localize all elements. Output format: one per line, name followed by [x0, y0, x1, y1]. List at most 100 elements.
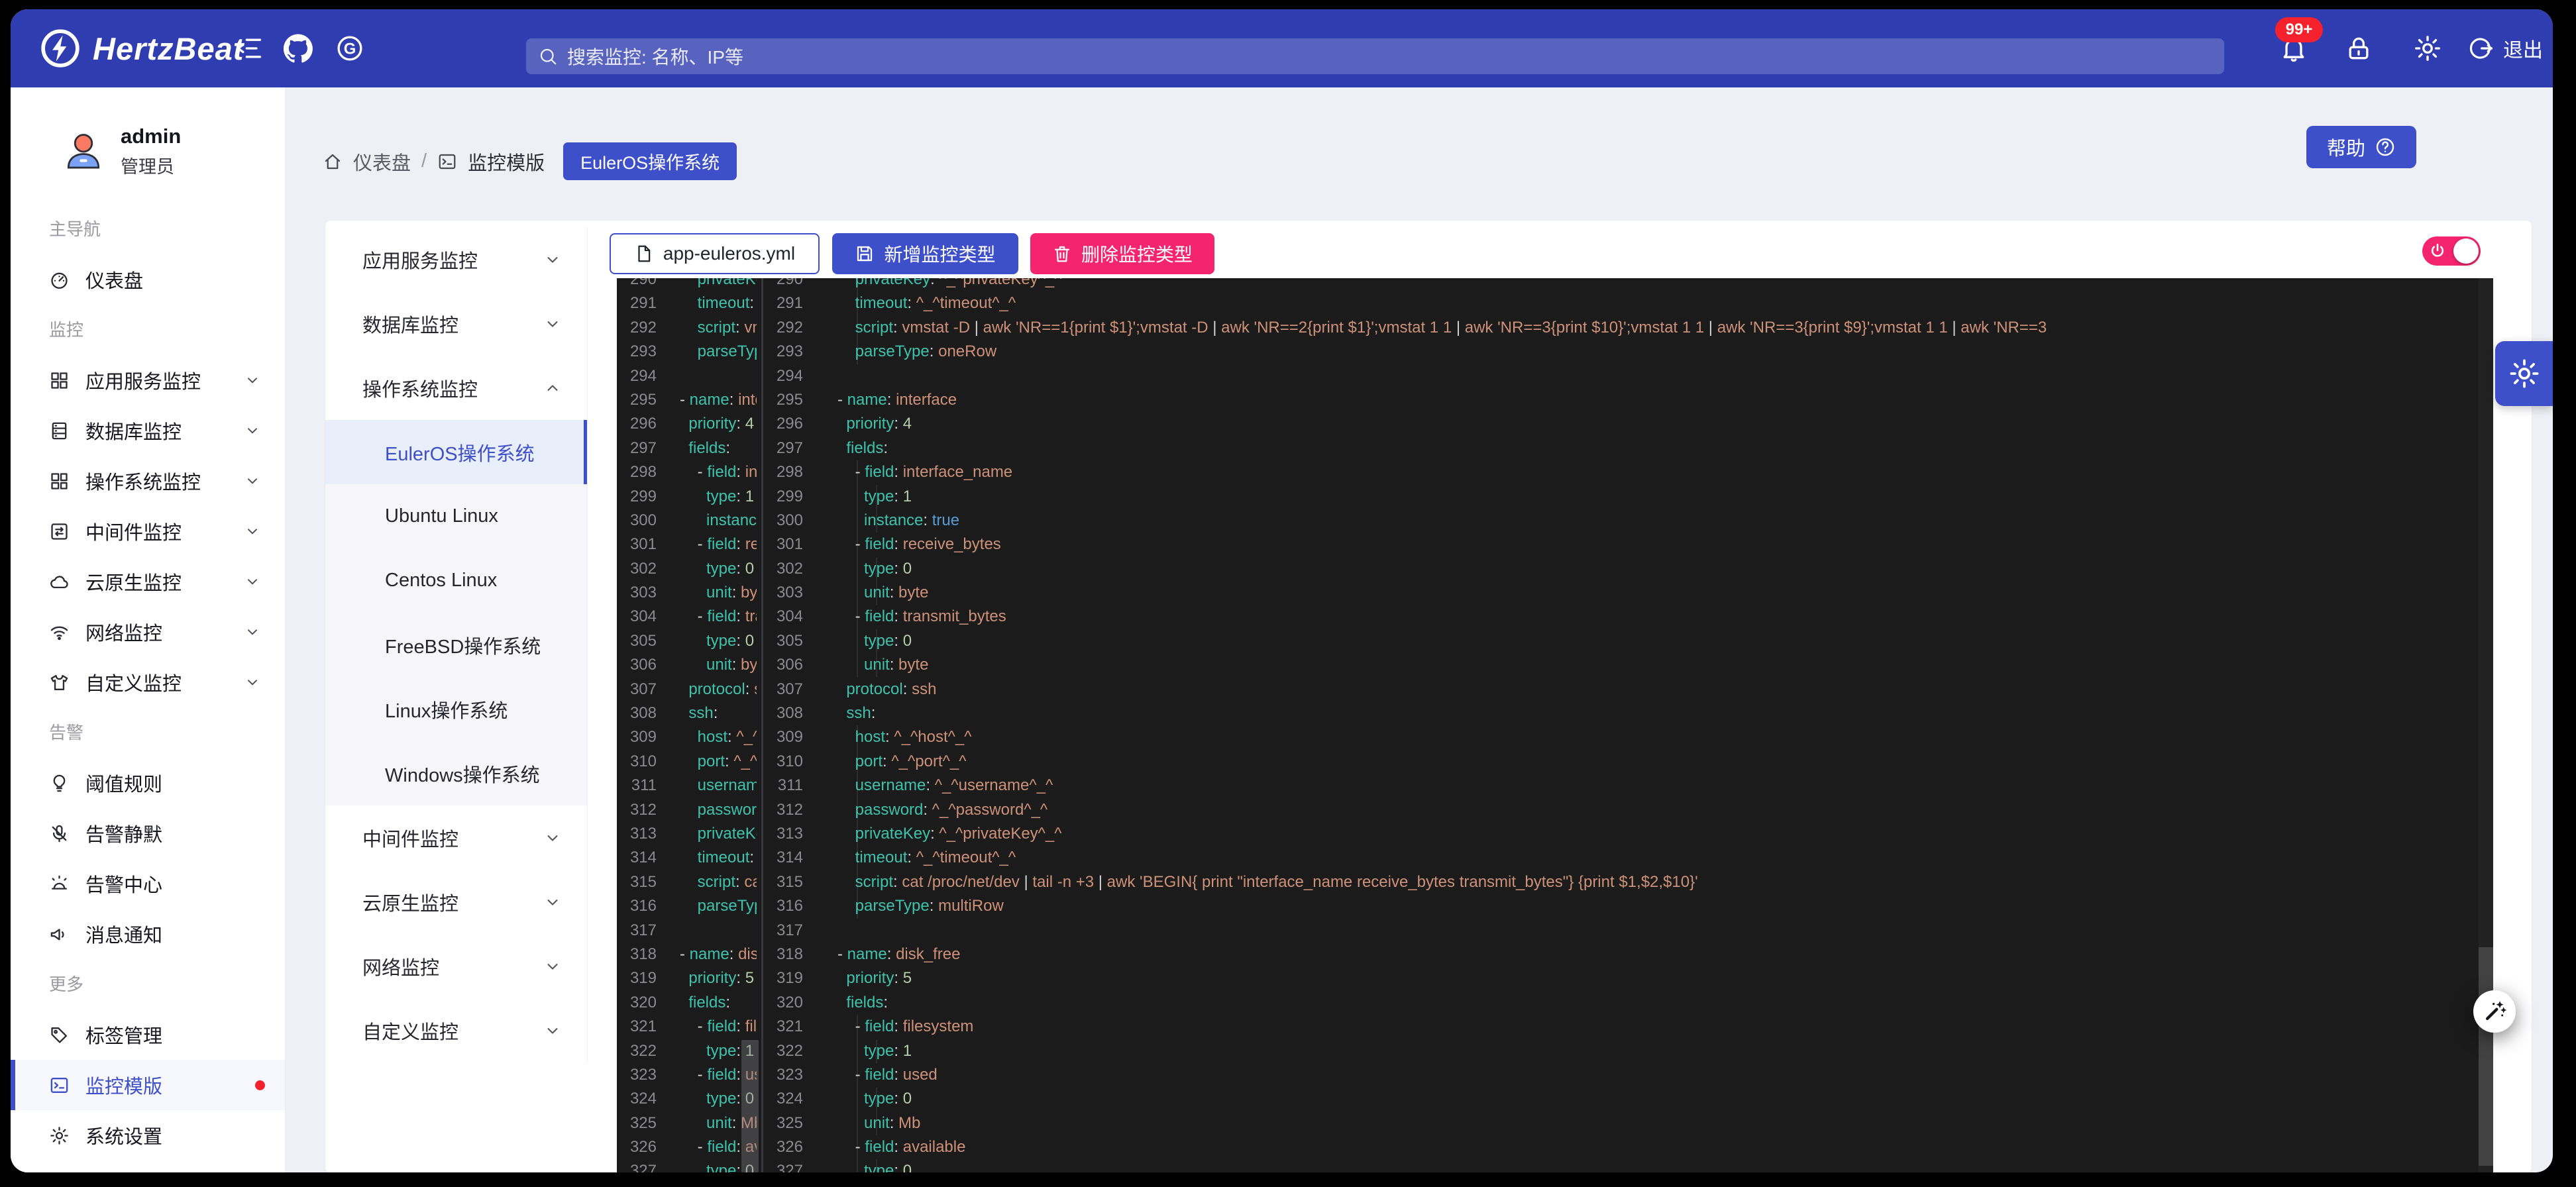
code-line[interactable]: 304 - field: transmit_bytes — [763, 605, 2493, 629]
settings-drawer-handle[interactable] — [2495, 341, 2553, 406]
code-line[interactable]: 301 - field: receive_bytes — [617, 533, 761, 556]
code-line[interactable]: 317 — [763, 919, 2493, 943]
sidebar-item-wifi[interactable]: 网络监控 — [11, 607, 285, 657]
code-line[interactable]: 292 script: vmstat -D | awk 'NR==1{print… — [617, 316, 761, 340]
brand[interactable]: HertzBeat — [40, 9, 244, 87]
logout-button[interactable]: 退出 — [2466, 34, 2543, 63]
category-item[interactable]: 数据库监控 — [325, 291, 587, 356]
code-line[interactable]: 300 instance: true — [763, 509, 2493, 533]
breadcrumb-item[interactable]: 仪表盘 — [353, 148, 411, 176]
code-line[interactable]: 300 instance: true — [617, 509, 761, 533]
editor-scrollbar-thumb[interactable] — [2479, 947, 2493, 1166]
code-line[interactable]: 304 - field: transmit_bytes — [617, 605, 761, 629]
sidebar-item-tag[interactable]: 标签管理 — [11, 1009, 285, 1060]
code-line[interactable]: 325 unit: Mb — [617, 1111, 761, 1135]
code-line[interactable]: 324 type: 0 — [763, 1087, 2493, 1111]
code-line[interactable]: 309 host: ^_^host^_^ — [763, 725, 2493, 749]
code-line[interactable]: 306 unit: byte — [617, 653, 761, 677]
sidebar-item-middleware[interactable]: 中间件监控 — [11, 506, 285, 556]
code-line[interactable]: 319 priority: 5 — [763, 966, 2493, 990]
lock-icon[interactable] — [2344, 34, 2373, 63]
code-line[interactable]: 326 - field: available — [617, 1135, 761, 1159]
power-toggle[interactable] — [2422, 236, 2481, 266]
code-line[interactable]: 290 privateKey: ^_^privateKey^_^ — [763, 278, 2493, 291]
code-line[interactable]: 324 type: 0 — [617, 1087, 761, 1111]
editor-scrollbar-track[interactable] — [2479, 278, 2493, 1172]
diff-original-pane[interactable]: 290 privateKey: ^_^privateKey^_^291 time… — [617, 278, 761, 1172]
category-subitem[interactable]: Linux操作系统 — [325, 677, 587, 741]
code-line[interactable]: 301 - field: receive_bytes — [763, 533, 2493, 556]
sidebar-item-template[interactable]: 监控模版 — [11, 1060, 285, 1110]
code-line[interactable]: 292 script: vmstat -D | awk 'NR==1{print… — [763, 316, 2493, 340]
sidebar-item-gear[interactable]: 系统设置 — [11, 1110, 285, 1161]
category-item[interactable]: 网络监控 — [325, 934, 587, 998]
code-line[interactable]: 313 privateKey: ^_^privateKey^_^ — [617, 822, 761, 846]
code-line[interactable]: 317 — [617, 919, 761, 943]
code-line[interactable]: 291 timeout: ^_^timeout^_^ — [763, 291, 2493, 315]
code-line[interactable]: 297 fields: — [617, 437, 761, 460]
settings-gear-icon[interactable] — [2413, 34, 2442, 63]
code-line[interactable]: 298 - field: interface_name — [617, 460, 761, 484]
sidebar-item-appstore[interactable]: 应用服务监控 — [11, 355, 285, 405]
code-line[interactable]: 303 unit: byte — [617, 581, 761, 605]
sidebar-item-os[interactable]: 操作系统监控 — [11, 456, 285, 506]
code-line[interactable]: 308 ssh: — [617, 701, 761, 725]
category-item[interactable]: 云原生监控 — [325, 870, 587, 934]
category-subitem[interactable]: EulerOS操作系统 — [325, 420, 587, 484]
code-line[interactable]: 326 - field: available — [763, 1135, 2493, 1159]
sidebar-item-mute[interactable]: 告警静默 — [11, 808, 285, 858]
code-line[interactable]: 294 — [617, 364, 761, 388]
category-subitem[interactable]: FreeBSD操作系统 — [325, 613, 587, 677]
code-line[interactable]: 316 parseType: multiRow — [617, 894, 761, 918]
code-line[interactable]: 325 unit: Mb — [763, 1111, 2493, 1135]
sidebar-item-tshirt[interactable]: 自定义监控 — [11, 657, 285, 707]
code-line[interactable]: 313 privateKey: ^_^privateKey^_^ — [763, 822, 2493, 846]
code-line[interactable]: 320 fields: — [763, 991, 2493, 1015]
code-line[interactable]: 322 type: 1 — [617, 1039, 761, 1063]
file-button[interactable]: app-euleros.yml — [610, 233, 820, 274]
category-subitem[interactable]: Centos Linux — [325, 548, 587, 613]
user-panel[interactable]: admin 管理员 — [61, 125, 181, 178]
code-line[interactable]: 312 password: ^_^password^_^ — [763, 798, 2493, 822]
code-line[interactable]: 295- name: interface — [617, 388, 761, 412]
sidebar-item-database[interactable]: 数据库监控 — [11, 405, 285, 456]
code-line[interactable]: 303 unit: byte — [763, 581, 2493, 605]
code-line[interactable]: 312 password: ^_^password^_^ — [617, 798, 761, 822]
gitee-icon[interactable]: G — [335, 34, 364, 63]
yaml-diff-editor[interactable]: 290 privateKey: ^_^privateKey^_^291 time… — [617, 278, 2493, 1172]
code-line[interactable]: 315 script: cat /proc/net/dev | tail -n … — [763, 870, 2493, 894]
code-line[interactable]: 318- name: disk_free — [617, 943, 761, 966]
code-line[interactable]: 314 timeout: ^_^timeout^_^ — [763, 846, 2493, 870]
code-line[interactable]: 314 timeout: ^_^timeout^_^ — [617, 846, 761, 870]
code-line[interactable]: 308 ssh: — [763, 701, 2493, 725]
code-line[interactable]: 323 - field: used — [763, 1063, 2493, 1087]
sidebar-item-megaphone[interactable]: 消息通知 — [11, 909, 285, 959]
help-button[interactable]: 帮助 — [2306, 126, 2416, 168]
sidebar-item-cloud[interactable]: 云原生监控 — [11, 556, 285, 607]
category-subitem[interactable]: Ubuntu Linux — [325, 484, 587, 548]
code-line[interactable]: 309 host: ^_^host^_^ — [617, 725, 761, 749]
code-line[interactable]: 319 priority: 5 — [617, 966, 761, 990]
code-line[interactable]: 305 type: 0 — [617, 629, 761, 653]
code-line[interactable]: 293 parseType: oneRow — [617, 340, 761, 364]
code-line[interactable]: 295- name: interface — [763, 388, 2493, 412]
left-scrollbar-thumb[interactable] — [741, 1040, 759, 1172]
sidebar-item-dashboard[interactable]: 仪表盘 — [11, 254, 285, 305]
code-line[interactable]: 305 type: 0 — [763, 629, 2493, 653]
code-line[interactable]: 302 type: 0 — [617, 557, 761, 581]
code-line[interactable]: 310 port: ^_^port^_^ — [617, 750, 761, 774]
sidebar-item-bulb[interactable]: 阈值规则 — [11, 758, 285, 808]
code-line[interactable]: 291 timeout: ^_^timeout^_^ — [617, 291, 761, 315]
code-line[interactable]: 311 username: ^_^username^_^ — [763, 774, 2493, 798]
delete-monitor-type-button[interactable]: 删除监控类型 — [1030, 233, 1214, 274]
github-icon[interactable] — [284, 34, 313, 63]
code-line[interactable]: 310 port: ^_^port^_^ — [763, 750, 2493, 774]
code-line[interactable]: 306 unit: byte — [763, 653, 2493, 677]
code-line[interactable]: 290 privateKey: ^_^privateKey^_^ — [617, 278, 761, 291]
menu-fold-icon[interactable] — [235, 34, 264, 63]
category-item[interactable]: 中间件监控 — [325, 805, 587, 870]
code-line[interactable]: 315 script: cat /proc/net/dev | tail -n … — [617, 870, 761, 894]
code-line[interactable]: 320 fields: — [617, 991, 761, 1015]
category-item[interactable]: 应用服务监控 — [325, 227, 587, 291]
code-line[interactable]: 294 — [763, 364, 2493, 388]
